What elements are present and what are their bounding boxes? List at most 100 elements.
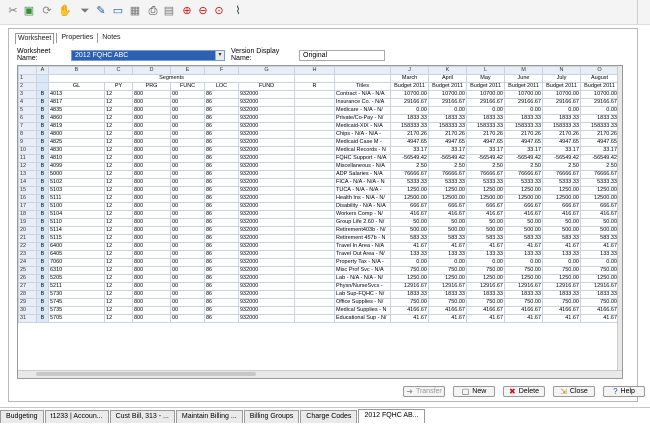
fund-cell[interactable]: 932000 — [238, 178, 295, 187]
func-cell[interactable]: 00 — [170, 258, 205, 267]
func-cell[interactable]: 00 — [170, 218, 205, 227]
func-cell[interactable]: 00 — [170, 114, 205, 123]
row-type-cell[interactable]: B — [36, 290, 49, 299]
paperclip-icon[interactable]: ⌇ — [231, 4, 245, 18]
value-cell[interactable]: 29166.67 — [466, 98, 505, 107]
py-cell[interactable]: 12 — [104, 298, 133, 307]
column-header[interactable]: G — [238, 66, 295, 75]
row-number[interactable]: 8 — [18, 130, 37, 139]
gl-cell[interactable]: 5104 — [48, 210, 105, 219]
value-cell[interactable]: 76666.67 — [580, 170, 618, 179]
gl-cell[interactable]: 5211 — [48, 282, 105, 291]
value-cell[interactable]: 41.67 — [504, 314, 543, 323]
fund-cell[interactable]: 932000 — [238, 114, 295, 123]
func-cell[interactable]: 00 — [170, 234, 205, 243]
value-cell[interactable]: 0.00 — [542, 106, 581, 115]
value-cell[interactable]: 12916.67 — [466, 282, 505, 291]
value-cell[interactable]: 4947.65 — [390, 138, 429, 147]
r-cell[interactable] — [294, 258, 335, 267]
py-cell[interactable]: 12 — [104, 162, 133, 171]
row-number[interactable]: 31 — [18, 314, 37, 323]
value-cell[interactable]: 5333.33 — [580, 178, 618, 187]
fund-cell[interactable]: 932000 — [238, 242, 295, 251]
value-cell[interactable]: 10700.00 — [504, 90, 543, 99]
row-number[interactable]: 12 — [18, 162, 37, 171]
py-cell[interactable]: 12 — [104, 154, 133, 163]
func-cell[interactable]: 00 — [170, 122, 205, 131]
gl-cell[interactable]: 5100 — [48, 202, 105, 211]
value-cell[interactable]: 2170.26 — [504, 130, 543, 139]
title-cell[interactable]: Contract - N/A - N/A — [334, 90, 391, 99]
column-header[interactable]: D — [132, 66, 171, 75]
value-cell[interactable]: 2170.26 — [542, 130, 581, 139]
value-cell[interactable]: 41.67 — [428, 242, 467, 251]
value-cell[interactable]: 2170.26 — [466, 130, 505, 139]
gl-cell[interactable]: 5103 — [48, 186, 105, 195]
paste-icon[interactable]: ▣ — [22, 4, 36, 18]
row-type-cell[interactable]: B — [36, 122, 49, 131]
value-cell[interactable]: 33.17 — [466, 146, 505, 155]
func-cell[interactable]: 00 — [170, 186, 205, 195]
help-button[interactable]: ? Help — [603, 386, 645, 397]
fund-cell[interactable]: 932000 — [238, 162, 295, 171]
row-type-cell[interactable]: B — [36, 98, 49, 107]
loc-cell[interactable]: 86 — [204, 122, 239, 131]
column-header[interactable]: M — [504, 66, 543, 75]
gl-cell[interactable]: 5705 — [48, 314, 105, 323]
fund-cell[interactable]: 932000 — [238, 202, 295, 211]
value-cell[interactable]: -56549.42 — [504, 154, 543, 163]
value-cell[interactable]: 500.00 — [390, 226, 429, 235]
prg-cell[interactable]: 800 — [132, 114, 171, 123]
prg-cell[interactable]: 800 — [132, 202, 171, 211]
fund-cell[interactable]: 932000 — [238, 98, 295, 107]
value-cell[interactable]: -56549.42 — [542, 154, 581, 163]
value-cell[interactable]: 583.33 — [390, 234, 429, 243]
prg-cell[interactable]: 800 — [132, 138, 171, 147]
value-cell[interactable]: 12500.00 — [428, 194, 467, 203]
value-cell[interactable]: 12500.00 — [504, 194, 543, 203]
loc-cell[interactable]: 86 — [204, 226, 239, 235]
row-type-cell[interactable]: B — [36, 250, 49, 259]
grid-cell[interactable] — [334, 74, 391, 83]
value-cell[interactable]: 750.00 — [466, 266, 505, 275]
value-cell[interactable]: 50.00 — [390, 218, 429, 227]
value-cell[interactable]: 750.00 — [466, 298, 505, 307]
value-cell[interactable]: 750.00 — [542, 266, 581, 275]
fund-cell[interactable]: 932000 — [238, 218, 295, 227]
horizontal-scrollbar[interactable] — [18, 370, 622, 378]
value-cell[interactable]: 33.17 — [504, 146, 543, 155]
grid-icon[interactable]: ▦ — [128, 4, 142, 18]
value-cell[interactable]: 158333.33 — [504, 122, 543, 131]
row-type-cell[interactable]: B — [36, 234, 49, 243]
value-cell[interactable]: 133.33 — [390, 250, 429, 259]
row-type-cell[interactable]: B — [36, 226, 49, 235]
gl-cell[interactable]: 5111 — [48, 194, 105, 203]
filter-icon[interactable]: ⏷ — [78, 4, 92, 18]
value-cell[interactable]: 2.50 — [504, 162, 543, 171]
py-cell[interactable]: 12 — [104, 170, 133, 179]
title-cell[interactable]: FICA - N/A - N/A - N — [334, 178, 391, 187]
fund-cell[interactable]: 932000 — [238, 226, 295, 235]
loc-cell[interactable]: 86 — [204, 178, 239, 187]
r-cell[interactable] — [294, 194, 335, 203]
value-cell[interactable]: 50.00 — [504, 218, 543, 227]
value-cell[interactable]: 0.00 — [542, 258, 581, 267]
r-cell[interactable] — [294, 146, 335, 155]
value-cell[interactable]: 5333.33 — [390, 178, 429, 187]
edit-icon[interactable]: ✎ — [94, 4, 108, 18]
value-cell[interactable]: 41.67 — [542, 314, 581, 323]
gl-cell[interactable]: 4817 — [48, 98, 105, 107]
window-tab-fqhc[interactable]: 2012 FQHC AB... — [358, 409, 425, 423]
value-cell[interactable]: 666.67 — [580, 202, 618, 211]
func-cell[interactable]: 00 — [170, 146, 205, 155]
func-cell[interactable]: 00 — [170, 194, 205, 203]
title-cell[interactable]: Lab - N/A - N/A - N/ — [334, 274, 391, 283]
value-cell[interactable]: 500.00 — [542, 226, 581, 235]
value-cell[interactable]: 76666.67 — [542, 170, 581, 179]
prg-cell[interactable]: 800 — [132, 98, 171, 107]
zoom-in-icon[interactable]: ⊕ — [180, 4, 194, 18]
value-cell[interactable]: 750.00 — [390, 266, 429, 275]
row-type-cell[interactable]: B — [36, 154, 49, 163]
fund-cell[interactable]: 932000 — [238, 146, 295, 155]
py-cell[interactable]: 12 — [104, 234, 133, 243]
